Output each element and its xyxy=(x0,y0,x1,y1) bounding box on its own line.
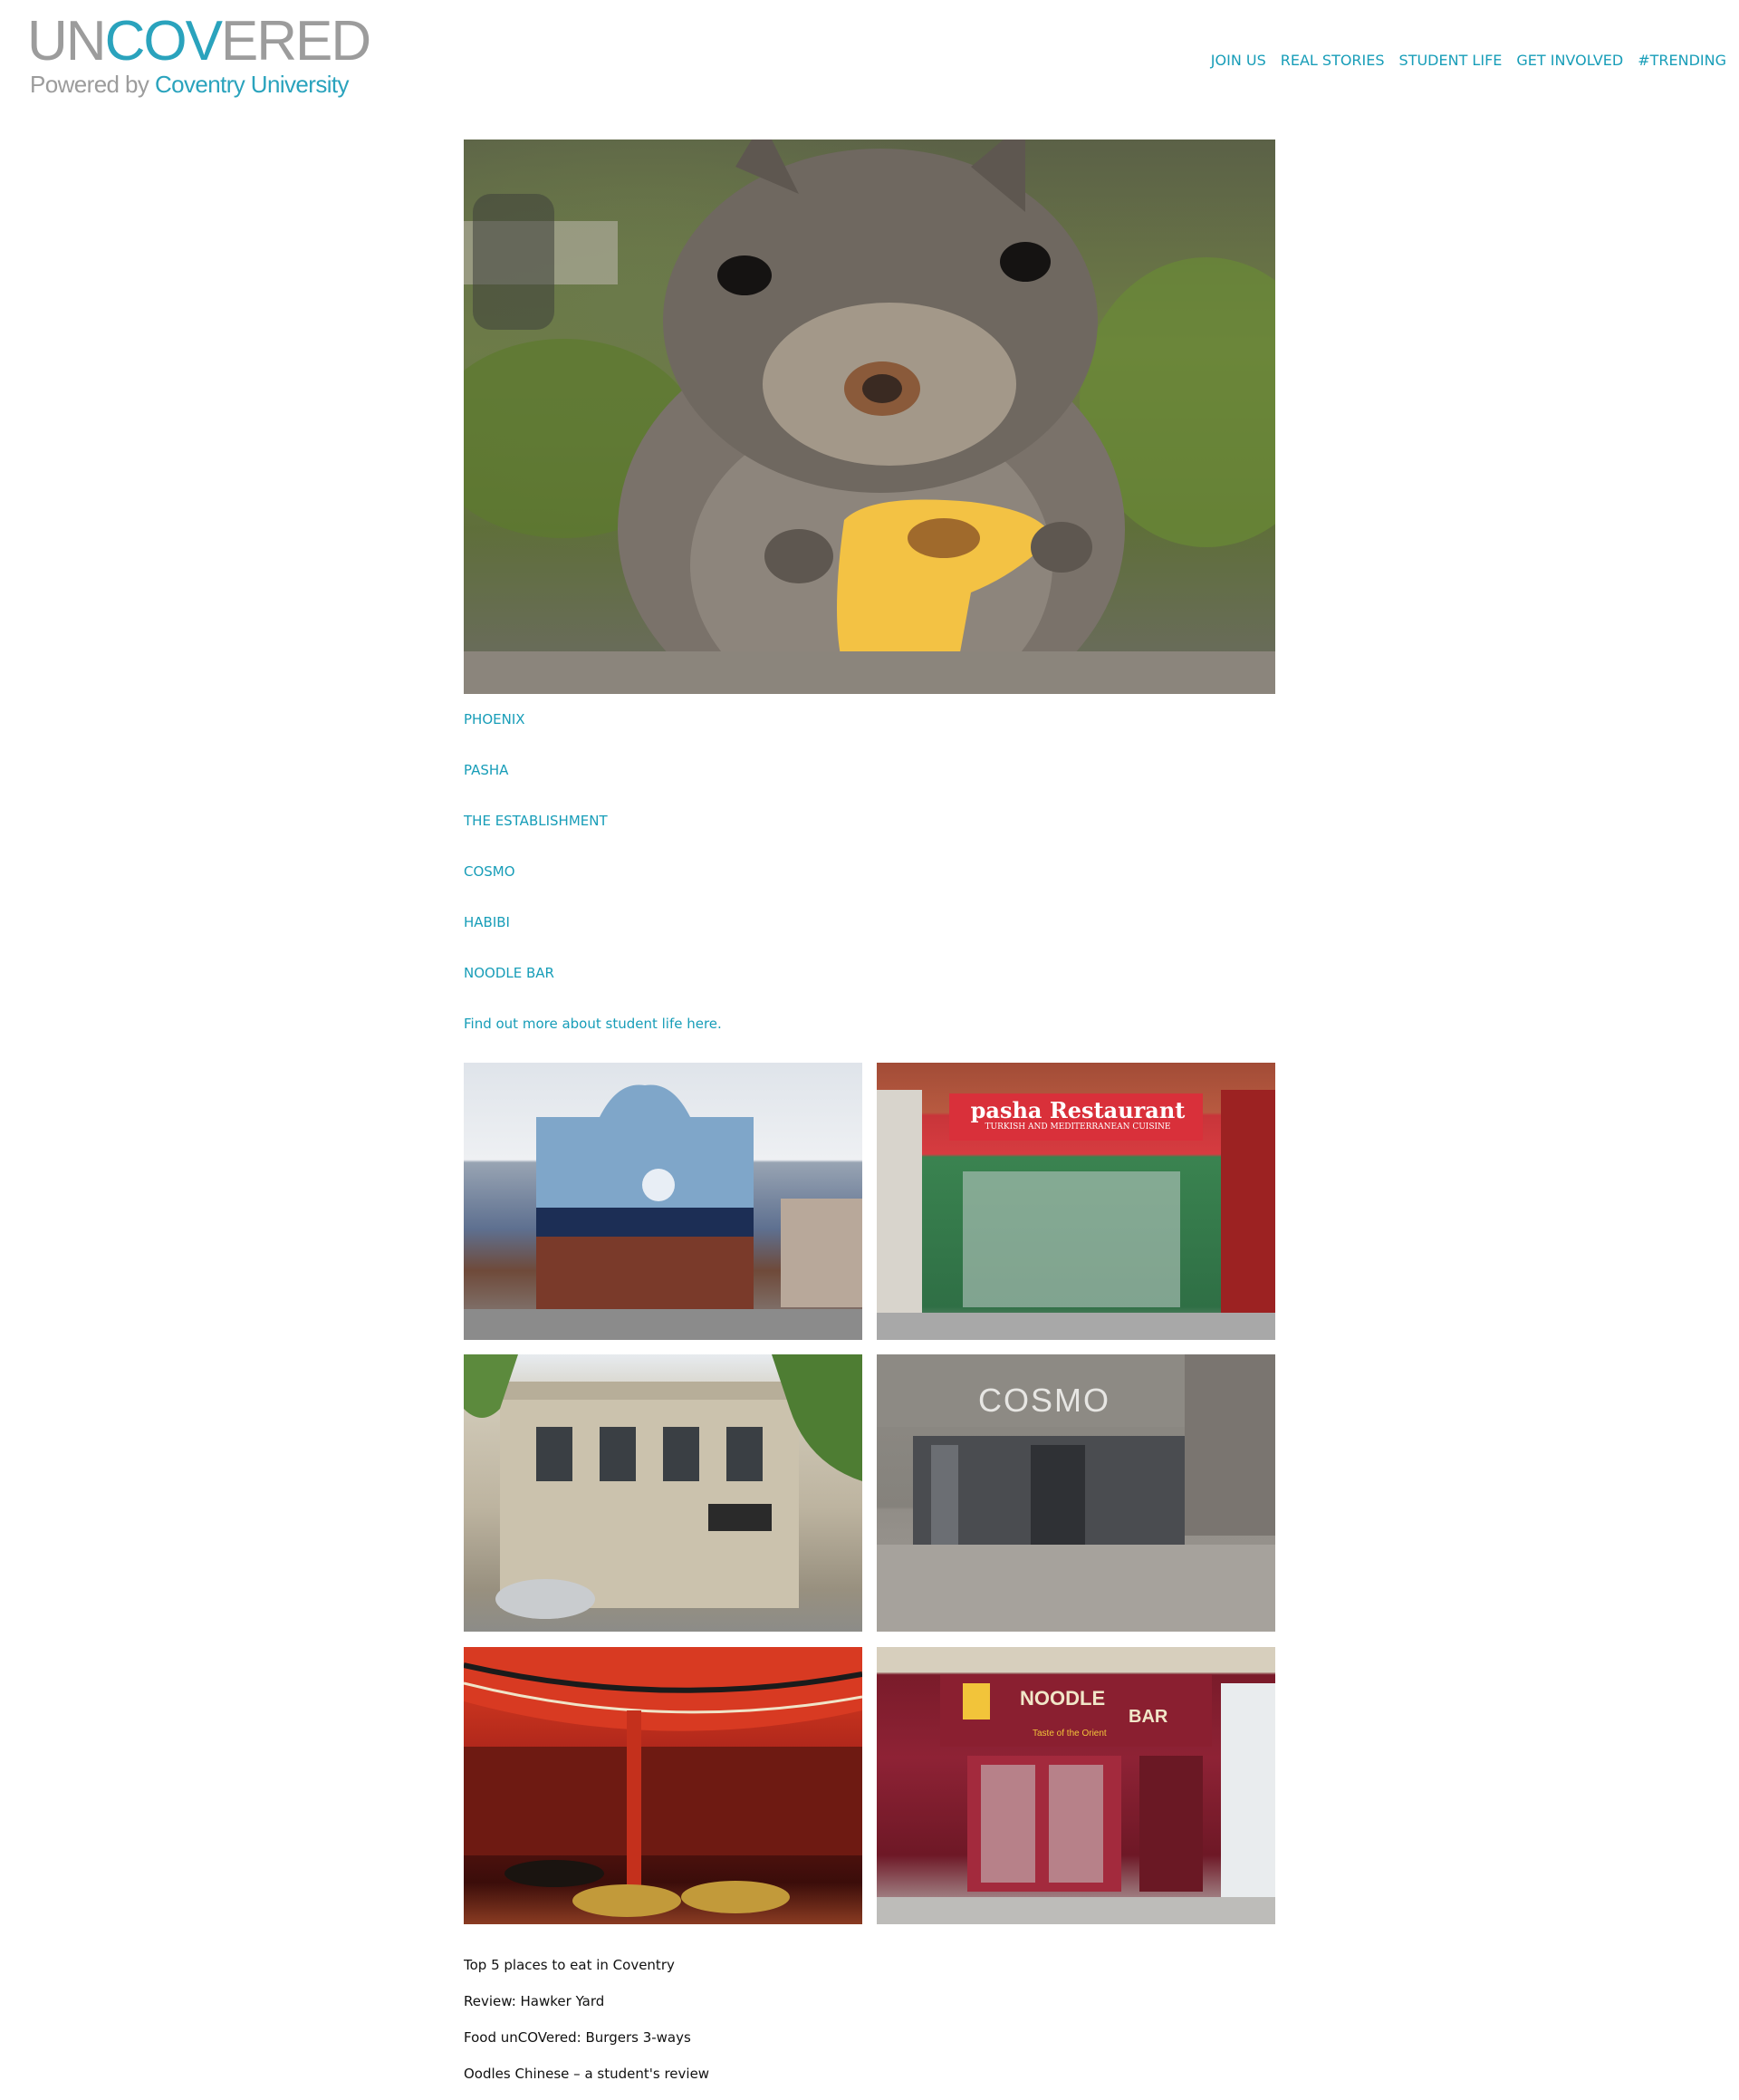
link-the-establishment[interactable]: THE ESTABLISHMENT xyxy=(464,813,608,829)
related-posts: Top 5 places to eat in Coventry Review: … xyxy=(464,1955,709,2100)
nav-trending[interactable]: #TRENDING xyxy=(1638,52,1726,69)
link-noodle-bar[interactable]: NOODLE BAR xyxy=(464,965,554,981)
photo-pasha[interactable]: pasha Restaurant TURKISH AND MEDITERRANE… xyxy=(877,1063,1275,1340)
logo-part-cov: COV xyxy=(104,10,223,72)
site-logo[interactable]: UNCOVERED Powered by Coventry University xyxy=(27,10,371,99)
noodle-sign-text: NOODLE xyxy=(1020,1687,1106,1710)
photo-the-establishment[interactable] xyxy=(464,1354,862,1632)
logo-wordmark: UNCOVERED xyxy=(27,10,371,72)
phoenix-building xyxy=(464,1084,862,1340)
photo-cosmo[interactable]: COSMO xyxy=(877,1354,1275,1632)
link-pasha[interactable]: PASHA xyxy=(464,762,508,778)
nav-real-stories[interactable]: REAL STORIES xyxy=(1281,52,1385,69)
photo-noodle-bar[interactable]: NOODLE BAR Taste of the Orient xyxy=(877,1647,1275,1924)
noodle-sign-tagline: Taste of the Orient xyxy=(1033,1729,1107,1739)
student-life-link[interactable]: Find out more about student life here. xyxy=(464,1016,722,1032)
noodle-sign-bar: BAR xyxy=(1129,1707,1168,1727)
habibi-interior xyxy=(464,1647,862,1917)
squirrel-illustration xyxy=(464,140,1275,694)
nav-get-involved[interactable]: GET INVOLVED xyxy=(1516,52,1623,69)
related-post-item[interactable]: Oodles Chinese – a student's review xyxy=(464,2064,709,2100)
logo-tagline: Powered by Coventry University xyxy=(30,71,370,98)
pasha-sign-text: pasha Restaurant xyxy=(970,1097,1186,1123)
logo-tagline-brand: Coventry University xyxy=(154,71,350,98)
related-post-item[interactable]: Top 5 places to eat in Coventry xyxy=(464,1955,709,1991)
photo-habibi[interactable] xyxy=(464,1647,862,1924)
establishment-building xyxy=(464,1354,862,1619)
link-habibi[interactable]: HABIBI xyxy=(464,914,510,930)
nav-student-life[interactable]: STUDENT LIFE xyxy=(1399,52,1503,69)
restaurant-link-list: PHOENIX PASHA THE ESTABLISHMENT COSMO HA… xyxy=(464,709,608,1014)
related-post-item[interactable]: Review: Hawker Yard xyxy=(464,1991,709,2028)
hero-squirrel-image xyxy=(464,140,1275,694)
related-post-item[interactable]: Food unCOVered: Burgers 3-ways xyxy=(464,2028,709,2064)
logo-tagline-prefix: Powered by xyxy=(30,71,149,98)
main-nav: JOIN US REAL STORIES STUDENT LIFE GET IN… xyxy=(1196,52,1726,69)
logo-part-un: UN xyxy=(27,10,107,72)
pasha-sign-subtext: TURKISH AND MEDITERRANEAN CUISINE xyxy=(985,1122,1171,1132)
link-cosmo[interactable]: COSMO xyxy=(464,863,515,880)
photo-phoenix[interactable] xyxy=(464,1063,862,1340)
logo-part-ered: ERED xyxy=(220,10,371,72)
nav-join-us[interactable]: JOIN US xyxy=(1211,52,1266,69)
link-phoenix[interactable]: PHOENIX xyxy=(464,711,525,727)
cosmo-sign-text: COSMO xyxy=(977,1382,1110,1419)
